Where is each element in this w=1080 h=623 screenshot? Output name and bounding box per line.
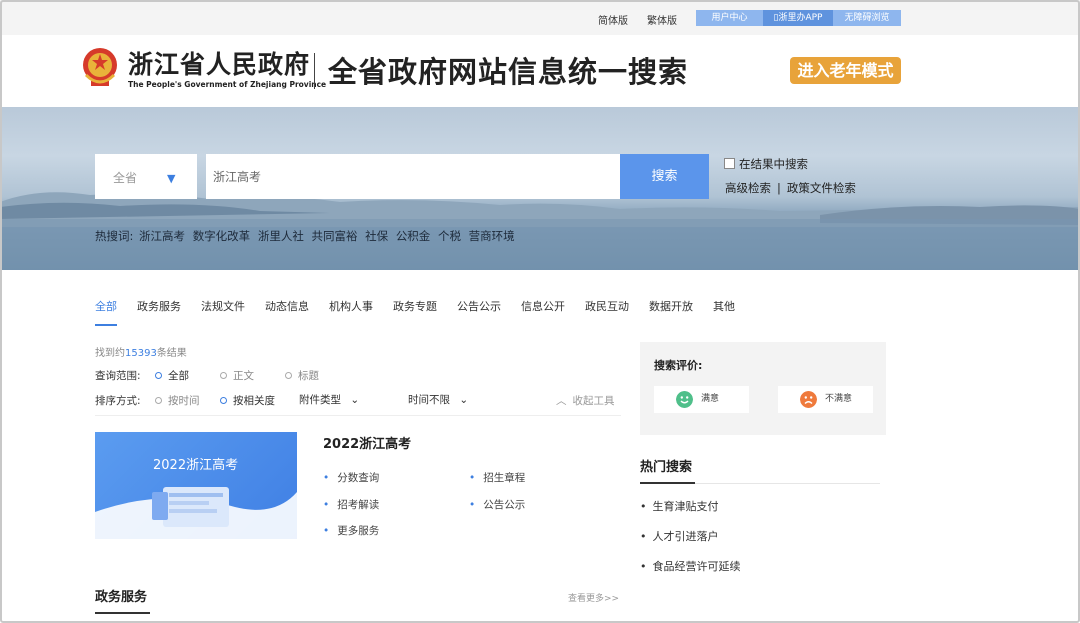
- rating-label: 搜索评价:: [654, 359, 703, 372]
- tab-government-services[interactable]: 政务服务: [137, 298, 181, 314]
- sort-by-relevance[interactable]: 按相关度: [220, 393, 275, 408]
- hot-word[interactable]: 社保: [365, 229, 388, 243]
- hot-word[interactable]: 浙里人社: [258, 229, 304, 243]
- user-center-button[interactable]: 用户中心: [696, 10, 763, 26]
- hot-words-label: 热搜词:: [95, 229, 134, 243]
- bullet-icon: •: [640, 500, 647, 513]
- search-button[interactable]: 搜索: [620, 154, 709, 199]
- search-input[interactable]: [206, 154, 620, 199]
- chevron-down-icon: ⌄: [459, 394, 469, 406]
- hot-search-underline: [640, 482, 695, 484]
- tab-regulations[interactable]: 法规文件: [201, 298, 245, 314]
- caret-down-icon: ▼: [167, 172, 176, 185]
- hot-word[interactable]: 营商环境: [469, 229, 515, 243]
- chevron-up-icon: ︿: [556, 395, 567, 407]
- active-tab-indicator: [95, 324, 117, 326]
- hot-search-item[interactable]: • 食品经营许可延续: [640, 558, 741, 574]
- site-header: 浙江省人民政府 The People's Government of Zheji…: [0, 35, 1080, 107]
- elder-mode-button[interactable]: 进入老年模式: [790, 57, 901, 84]
- simplified-chinese-link[interactable]: 简体版: [598, 12, 628, 27]
- filter-divider: [95, 415, 621, 416]
- radio-icon: [285, 372, 292, 379]
- scope-label: 查询范围:: [95, 370, 141, 382]
- smile-face-icon: [676, 391, 693, 408]
- hot-word[interactable]: 公积金: [396, 229, 431, 243]
- unsatisfied-button[interactable]: 不满意: [778, 386, 873, 413]
- scope-option-body[interactable]: 正文: [220, 368, 254, 383]
- hot-word[interactable]: 数字化改革: [193, 229, 251, 243]
- chevron-down-icon: ⌄: [350, 394, 360, 406]
- view-more-link[interactable]: 查看更多>>: [568, 591, 619, 604]
- traditional-chinese-link[interactable]: 繁体版: [647, 12, 677, 27]
- frown-face-icon: [800, 391, 817, 408]
- bullet-icon: •: [640, 530, 647, 543]
- satisfied-button[interactable]: 满意: [654, 386, 749, 413]
- sort-by-time[interactable]: 按时间: [155, 393, 200, 408]
- site-title[interactable]: 浙江省人民政府: [128, 45, 310, 81]
- promo-link-enrollment[interactable]: • 招生章程: [469, 470, 525, 485]
- search-in-results-checkbox[interactable]: 在结果中搜索: [724, 156, 808, 172]
- checkbox-icon[interactable]: [724, 158, 735, 169]
- site-subtitle: The People's Government of Zhejiang Prov…: [128, 80, 327, 89]
- tab-all[interactable]: 全部: [95, 298, 117, 314]
- tab-news[interactable]: 动态信息: [265, 298, 309, 314]
- gaokao-banner-image[interactable]: 2022浙江高考: [95, 432, 297, 539]
- promo-title[interactable]: 2022浙江高考: [323, 433, 411, 452]
- top-utility-bar: 简体版 繁体版 用户中心 ▯浙里办APP 无障碍浏览: [0, 0, 1080, 35]
- hot-search-item[interactable]: • 生育津贴支付: [640, 498, 719, 514]
- radio-icon: [155, 372, 162, 379]
- radio-icon: [220, 397, 227, 404]
- region-select-value: 全省: [113, 171, 138, 185]
- national-emblem-icon[interactable]: [80, 45, 120, 89]
- promo-link-interpretation[interactable]: • 招考解读: [323, 497, 379, 512]
- hot-search-title: 热门搜索: [640, 460, 693, 475]
- hot-word[interactable]: 共同富裕: [312, 229, 358, 243]
- hot-search-rule: [695, 483, 880, 484]
- hot-word[interactable]: 个税: [438, 229, 461, 243]
- exam-illustration-icon: [95, 487, 297, 539]
- hot-words: 热搜词: 浙江高考 数字化改革 浙里人社 共同富裕 社保 公积金 个税 营商环境: [95, 228, 519, 244]
- policy-search-link[interactable]: 政策文件检索: [787, 181, 856, 195]
- app-button[interactable]: ▯浙里办APP: [763, 10, 833, 26]
- section-title: 政务服务: [95, 590, 148, 605]
- advanced-search-links: 高级检索 | 政策文件检索: [725, 180, 856, 196]
- attachment-type-dropdown[interactable]: 附件类型 ⌄: [299, 392, 359, 407]
- promo-link-score-query[interactable]: • 分数查询: [323, 470, 379, 485]
- scope-option-all[interactable]: 全部: [155, 368, 189, 383]
- tab-topics[interactable]: 政务专题: [393, 298, 437, 314]
- bullet-icon: •: [469, 472, 476, 484]
- accessibility-button[interactable]: 无障碍浏览: [833, 10, 901, 26]
- page-heading: 全省政府网站信息统一搜索: [328, 55, 689, 89]
- advanced-search-link[interactable]: 高级检索: [725, 181, 771, 195]
- bullet-icon: •: [323, 525, 330, 537]
- bullet-icon: •: [640, 560, 647, 573]
- tab-announcements[interactable]: 公告公示: [457, 298, 501, 314]
- header-divider: [314, 53, 315, 89]
- promo-link-more-services[interactable]: • 更多服务: [323, 523, 379, 538]
- bullet-icon: •: [323, 499, 330, 511]
- time-range-dropdown[interactable]: 时间不限 ⌄: [408, 392, 468, 407]
- link-separator: |: [777, 181, 781, 195]
- hot-word[interactable]: 浙江高考: [139, 229, 185, 243]
- hot-search-item[interactable]: • 人才引进落户: [640, 528, 719, 544]
- scope-option-title[interactable]: 标题: [285, 368, 319, 383]
- tab-interaction[interactable]: 政民互动: [585, 298, 629, 314]
- tab-other[interactable]: 其他: [713, 298, 735, 314]
- tab-open-data[interactable]: 数据开放: [649, 298, 693, 314]
- search-rating-panel: 搜索评价: 满意 不满意: [640, 342, 886, 435]
- promo-link-announcements[interactable]: • 公告公示: [469, 497, 525, 512]
- search-banner: 全省 ▼ 搜索 在结果中搜索 高级检索 | 政策文件检索 热搜词: 浙江高考 数字化…: [0, 107, 1080, 270]
- tab-personnel[interactable]: 机构人事: [329, 298, 373, 314]
- bullet-icon: •: [323, 472, 330, 484]
- tab-disclosure[interactable]: 信息公开: [521, 298, 565, 314]
- radio-icon: [220, 372, 227, 379]
- region-select[interactable]: 全省 ▼: [95, 154, 197, 199]
- radio-icon: [155, 397, 162, 404]
- section-underline: [95, 612, 150, 614]
- result-count: 找到约15393条结果: [95, 348, 187, 359]
- collapse-tools-button[interactable]: ︿ 收起工具: [556, 393, 615, 408]
- bullet-icon: •: [469, 499, 476, 511]
- sort-label: 排序方式:: [95, 395, 141, 407]
